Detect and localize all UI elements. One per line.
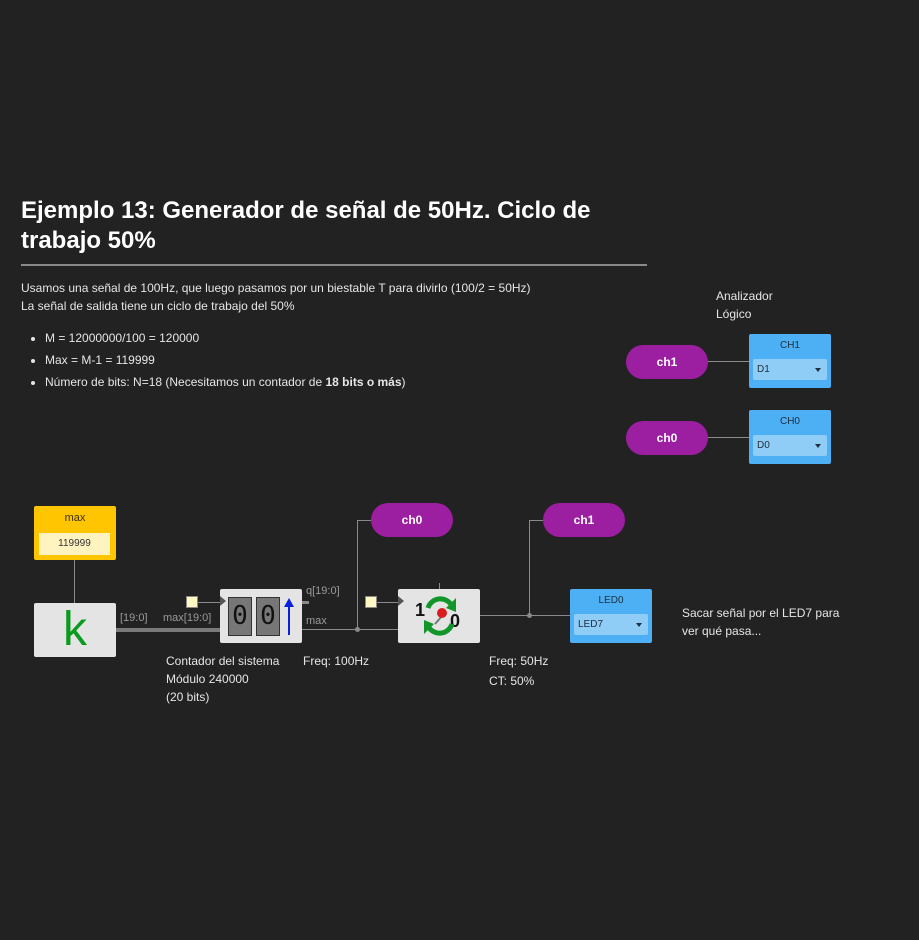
max-constant-value[interactable]: 119999 — [39, 533, 110, 555]
analyzer-ch0-select[interactable]: D0 — [753, 435, 827, 456]
counter-block[interactable]: 0 0 — [220, 589, 302, 643]
wire-max-to-clock — [74, 560, 75, 604]
counter-note-line1: Contador del sistema — [166, 654, 280, 668]
bullet-bits-prefix: Número de bits: N=18 (Necesitamos un con… — [45, 375, 326, 389]
max-constant-caption: max — [64, 512, 86, 524]
max-out-label: max — [306, 615, 327, 627]
led-value: LED7 — [578, 619, 604, 630]
intro-line-1: Usamos una señal de 100Hz, que luego pas… — [21, 281, 531, 295]
led-note: Sacar señal por el LED7 para ver qué pas… — [682, 604, 839, 640]
arrow-up-icon — [284, 598, 294, 635]
tff-toggle-input[interactable] — [365, 596, 377, 608]
intro-line-2: La señal de salida tiene un ciclo de tra… — [21, 299, 295, 313]
analyzer-ch0-value: D0 — [757, 440, 770, 451]
max-constant-block[interactable]: max 119999 — [34, 506, 116, 560]
wire-counter-enable — [197, 602, 221, 603]
clock-input-marker — [220, 596, 226, 606]
bullet-item-max: Max = M-1 = 119999 — [45, 350, 406, 372]
junction-dot — [527, 613, 532, 618]
counter-note: Contador del sistema Módulo 240000 (20 b… — [166, 652, 279, 706]
title-divider — [21, 264, 647, 266]
led-note-line1: Sacar señal por el LED7 para — [682, 606, 840, 620]
junction-dot — [355, 627, 360, 632]
analyzer-ch1-tag[interactable]: ch1 — [626, 345, 708, 379]
analyzer-ch0-caption: CH0 — [779, 416, 800, 427]
chevron-down-icon — [815, 444, 821, 448]
ch1-tag[interactable]: ch1 — [543, 503, 625, 537]
analyzer-ch0-block[interactable]: CH0 D0 — [749, 410, 831, 464]
analyzer-label-line2: Lógico — [716, 307, 752, 321]
led-caption: LED0 — [598, 595, 624, 606]
wire-to-ch0-h — [357, 520, 372, 521]
max-bus-label: max[19:0] — [163, 612, 212, 624]
wire-to-ch0 — [357, 520, 358, 630]
bullet-list: M = 12000000/100 = 120000 Max = M-1 = 11… — [21, 328, 406, 394]
analyzer-ch1-value: D1 — [757, 364, 770, 375]
analyzer-ch1-select[interactable]: D1 — [753, 359, 827, 380]
toggle-icon — [424, 596, 456, 636]
chevron-down-icon — [815, 368, 821, 372]
clock-block[interactable]: k — [34, 603, 116, 657]
wire-tff-to-led — [480, 615, 571, 616]
wire-to-ch1 — [529, 520, 530, 616]
page-title: Ejemplo 13: Generador de señal de 50Hz. … — [21, 197, 591, 254]
led-select[interactable]: LED7 — [574, 614, 648, 635]
ch0-tag[interactable]: ch0 — [371, 503, 453, 537]
analyzer-ch1-block[interactable]: CH1 D1 — [749, 334, 831, 388]
bus-label: [19:0] — [120, 612, 148, 624]
led-note-line2: ver qué pasa... — [682, 624, 762, 638]
wire-analyzer-ch1 — [707, 361, 750, 362]
clock-icon: k — [63, 603, 87, 656]
counter-digit: 0 — [228, 597, 252, 636]
analyzer-label: Analizador Lógico — [716, 287, 773, 323]
analyzer-ch0-tag[interactable]: ch0 — [626, 421, 708, 455]
t-flipflop-block[interactable]: 1 0 — [398, 589, 480, 643]
freq-100-note: Freq: 100Hz — [303, 654, 370, 668]
q-bus-label: q[19:0] — [306, 585, 340, 597]
analyzer-ch1-caption: CH1 — [779, 340, 800, 351]
counter-note-line3: (20 bits) — [166, 690, 210, 704]
wire-bus-to-counter — [116, 628, 220, 632]
led-block[interactable]: LED0 LED7 — [570, 589, 652, 643]
wire-analyzer-ch0 — [707, 437, 750, 438]
wire-to-ch1-h — [529, 520, 544, 521]
analyzer-label-line1: Analizador — [716, 289, 773, 303]
bullet-item-bits: Número de bits: N=18 (Necesitamos un con… — [45, 372, 406, 394]
wire-max-out — [302, 629, 399, 630]
bullet-item-m: M = 12000000/100 = 120000 — [45, 328, 406, 350]
wire-tff-t — [376, 602, 398, 603]
freq-50-note: Freq: 50Hz — [489, 654, 549, 668]
counter-note-line2: Módulo 240000 — [166, 672, 249, 686]
wire-q-out — [302, 601, 309, 604]
counter-enable-input[interactable] — [186, 596, 198, 608]
counter-digit: 0 — [256, 597, 280, 636]
bullet-bits-bold: 18 bits o más — [325, 375, 402, 389]
bullet-bits-suffix: ) — [401, 375, 406, 389]
duty-cycle-note: CT: 50% — [489, 674, 535, 688]
chevron-down-icon — [636, 623, 642, 627]
clock-input-marker — [398, 596, 404, 606]
